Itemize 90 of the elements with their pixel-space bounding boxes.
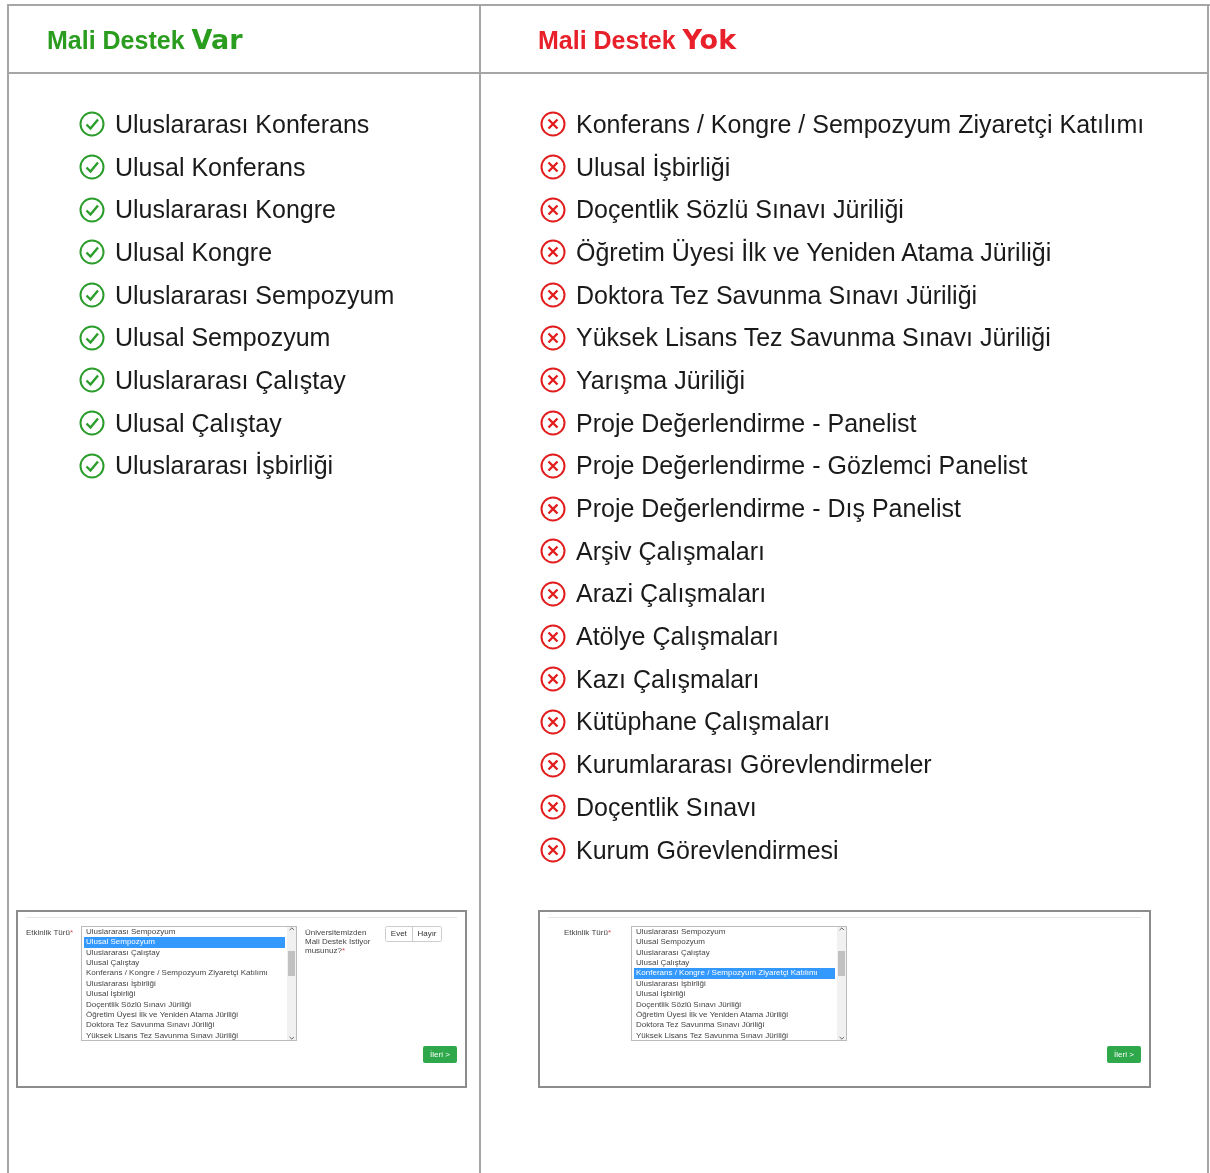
check-icon xyxy=(79,452,105,479)
check-icon xyxy=(79,111,105,138)
close-icon xyxy=(540,495,566,522)
column-heading: Mali Destek Yok xyxy=(538,23,737,55)
column-heading: Mali Destek Var xyxy=(47,23,243,55)
close-icon xyxy=(540,666,566,693)
list-item: Ulusal Konferans xyxy=(115,152,306,182)
list-item: Uluslararası Çalıştay xyxy=(115,365,346,395)
list-item: Proje Değerlendirme - Dış Panelist xyxy=(576,494,961,524)
list-option[interactable]: Uluslararası Sempozyum xyxy=(84,926,285,938)
field-label: Etkinlik Türü* xyxy=(26,927,73,938)
check-icon xyxy=(79,410,105,437)
check-icon xyxy=(79,367,105,394)
list-option[interactable]: Öğretim Üyesi İlk ve Yeniden Atama Jüriliği xyxy=(84,1010,285,1021)
field-label: Etkinlik Türü* xyxy=(563,927,611,938)
scroll-up-icon[interactable] xyxy=(838,926,845,931)
close-icon xyxy=(540,708,566,735)
close-icon xyxy=(540,410,566,437)
close-icon xyxy=(540,239,566,266)
close-icon xyxy=(540,794,566,821)
close-icon xyxy=(540,324,566,351)
close-icon xyxy=(540,538,566,565)
scroll-up-icon[interactable] xyxy=(288,926,295,931)
list-item: Konferans / Kongre / Sempozyum Ziyaretçi Katılımı xyxy=(576,109,1145,139)
list-option[interactable]: Ulusal Çalıştay xyxy=(634,958,835,969)
choice-button[interactable]: Hayır xyxy=(411,926,442,941)
list-item: Arazi Çalışmaları xyxy=(576,579,767,609)
list-option[interactable]: Doçentlik Sözlü Sınavı Jüriliği xyxy=(84,999,285,1011)
check-icon xyxy=(79,154,105,181)
check-icon xyxy=(79,239,105,266)
list-option[interactable]: Ulusal Sempozyum xyxy=(634,937,835,948)
list-item: Kurumlararası Görevlendirmeler xyxy=(576,750,932,780)
list-item: Kazı Çalışmaları xyxy=(576,664,760,694)
list-item: Ulusal Çalıştay xyxy=(115,408,282,438)
list-box[interactable] xyxy=(631,925,847,1041)
scroll-thumb[interactable] xyxy=(838,950,845,977)
check-icon xyxy=(79,196,105,223)
list-option[interactable]: Yüksek Lisans Tez Savunma Sınavı Jüriliği xyxy=(634,1030,835,1040)
list-item: Doktora Tez Savunma Sınavı Jüriliği xyxy=(576,280,978,310)
list-item: Kütüphane Çalışmaları xyxy=(576,707,831,737)
list-item: Kurum Görevlendirmesi xyxy=(576,835,839,865)
list-item: Arşiv Çalışmaları xyxy=(576,536,765,566)
list-item: Doçentlik Sınavı xyxy=(576,792,757,822)
list-item: Ulusal İşbirliği xyxy=(576,152,731,182)
list-item: Yarışma Jüriliği xyxy=(576,365,746,395)
list-item: Proje Değerlendirme - Gözlemci Panelist xyxy=(576,451,1028,481)
list-option[interactable]: Yüksek Lisans Tez Savunma Sınavı Jüriliği xyxy=(84,1030,285,1040)
close-icon xyxy=(540,623,566,650)
check-icon xyxy=(79,324,105,351)
close-icon xyxy=(540,367,566,394)
close-icon xyxy=(540,837,566,864)
list-item: Proje Değerlendirme - Panelist xyxy=(576,408,917,438)
close-icon xyxy=(540,452,566,479)
list-item: Uluslararası Kongre xyxy=(115,195,336,225)
list-option[interactable]: Konferans / Kongre / Sempozyum Ziyaretçi Katılımı xyxy=(84,968,285,979)
list-option[interactable]: Uluslararası Çalıştay xyxy=(84,947,285,958)
close-icon xyxy=(540,196,566,223)
list-option[interactable]: Öğretim Üyesi İlk ve Yeniden Atama Jüriliği xyxy=(634,1010,835,1021)
scroll-thumb[interactable] xyxy=(288,950,295,977)
scrollbar[interactable] xyxy=(287,926,296,1040)
list-option[interactable]: Doçentlik Sözlü Sınavı Jüriliği xyxy=(634,999,835,1011)
list-item: Ulusal Kongre xyxy=(115,237,273,267)
list-option[interactable]: Uluslararası İşbirliği xyxy=(634,978,835,990)
list-item: Ulusal Sempozyum xyxy=(115,323,331,353)
scroll-down-icon[interactable] xyxy=(288,1036,295,1040)
scrollbar[interactable] xyxy=(837,926,846,1040)
list-item: Yüksek Lisans Tez Savunma Sınavı Jüriliği xyxy=(576,323,1051,353)
list-option[interactable]: Uluslararası Çalıştay xyxy=(634,947,835,958)
list-option[interactable]: Doktora Tez Savunma Sınavı Jüriliği xyxy=(634,1020,835,1031)
list-item: Atölye Çalışmaları xyxy=(576,622,779,652)
list-option[interactable]: Ulusal İşbirliği xyxy=(634,989,835,1000)
list-item: Uluslararası Konferans xyxy=(115,109,370,139)
close-icon xyxy=(540,282,566,309)
list-box[interactable] xyxy=(81,925,297,1041)
list-item: Uluslararası Sempozyum xyxy=(115,280,395,310)
close-icon xyxy=(540,154,566,181)
scroll-down-icon[interactable] xyxy=(838,1036,845,1040)
list-option[interactable]: Ulusal Çalıştay xyxy=(84,958,285,969)
check-icon xyxy=(79,282,105,309)
list-option[interactable]: Ulusal İşbirliği xyxy=(84,989,285,1000)
list-option[interactable]: Doktora Tez Savunma Sınavı Jüriliği xyxy=(84,1020,285,1031)
close-icon xyxy=(540,580,566,607)
list-option[interactable]: Uluslararası Sempozyum xyxy=(634,926,835,938)
list-option[interactable]: Uluslararası İşbirliği xyxy=(84,978,285,990)
close-icon xyxy=(540,751,566,778)
list-item: Öğretim Üyesi İlk ve Yeniden Atama Jüriliği xyxy=(576,237,1052,267)
list-item: Uluslararası İşbirliği xyxy=(115,451,334,481)
list-item: Doçentlik Sözlü Sınavı Jüriliği xyxy=(576,195,904,225)
close-icon xyxy=(540,111,566,138)
question-label: Üniversitemizden Mali Destek İstiyor musunuz?* xyxy=(305,927,372,956)
